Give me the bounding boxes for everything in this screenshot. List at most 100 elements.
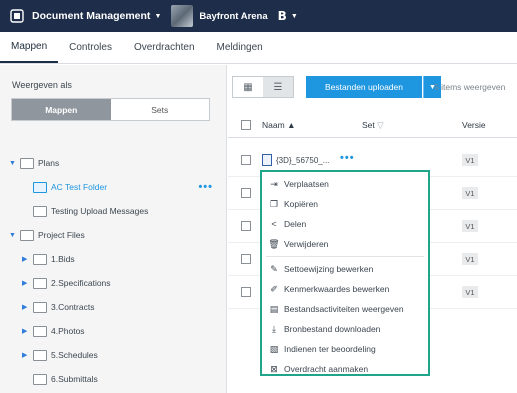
app-title[interactable]: Document Management [32, 10, 150, 22]
column-set[interactable]: Set ▽ [362, 120, 384, 131]
caret-down-icon[interactable]: ▼ [9, 160, 16, 167]
caret-right-icon[interactable]: ▶ [22, 351, 27, 359]
table-header: Naam ▲ Set ▽ Versie [228, 112, 517, 138]
transmittal-icon: ⊠ [270, 363, 278, 374]
document-management-icon [10, 9, 24, 23]
top-header: Document Management ▼ Bayfront Arena B ▼ [0, 0, 517, 32]
menu-item-move[interactable]: ⇥ Verplaatsen [262, 174, 428, 194]
menu-item-label: Delen [284, 219, 307, 229]
menu-item-label: Kenmerkwaardes bewerken [284, 284, 390, 294]
menu-item-copy[interactable]: ❐ Kopiëren [262, 194, 428, 214]
tree-item-ac-test-folder[interactable]: AC Test Folder ••• [0, 175, 227, 199]
copy-icon: ❐ [269, 198, 279, 209]
menu-item-download-source[interactable]: ⤓ Bronbestand downloaden [262, 319, 428, 339]
column-set-label: Set [362, 120, 375, 130]
upload-files-button[interactable]: Bestanden uploaden [306, 76, 422, 98]
select-all-checkbox[interactable] [241, 120, 251, 130]
tree-item-label: 3.Contracts [51, 302, 95, 312]
row-checkbox[interactable] [241, 254, 251, 264]
tab-controles[interactable]: Controles [58, 32, 123, 63]
tab-meldingen[interactable]: Meldingen [206, 32, 274, 63]
caret-right-icon[interactable]: ▶ [22, 303, 27, 311]
edit-set-icon: ✎ [270, 263, 278, 274]
file-context-menu: ⇥ Verplaatsen ❐ Kopiëren < Delen 🗑 Verwijder… [260, 170, 430, 376]
menu-item-label: Settoewijzing bewerken [284, 264, 374, 274]
submit-review-icon: ▧ [269, 343, 279, 354]
brand-logo: B [277, 9, 287, 23]
sort-asc-icon[interactable]: ▲ [287, 120, 295, 130]
row-checkbox[interactable] [241, 221, 251, 231]
view-folders-button[interactable]: Mappen [12, 99, 111, 120]
version-badge[interactable]: V1 [462, 154, 478, 166]
tree-item-label: 2.Specifications [51, 278, 111, 288]
edit-attributes-icon: ✐ [270, 283, 278, 294]
caret-right-icon[interactable]: ▶ [22, 327, 27, 335]
view-sets-button[interactable]: Sets [110, 99, 209, 120]
menu-item-label: Indienen ter beoordeling [284, 344, 376, 354]
file-name[interactable]: {3D}_56750_... [276, 156, 329, 165]
caret-right-icon[interactable]: ▶ [22, 279, 27, 287]
tree-item-label: Testing Upload Messages [51, 206, 149, 216]
plans-folder-icon [20, 157, 34, 169]
chevron-down-icon[interactable]: ▼ [154, 13, 161, 20]
menu-item-delete[interactable]: 🗑 Verwijderen [262, 234, 428, 254]
tree-item-label: 1.Bids [51, 254, 75, 264]
folder-icon [33, 301, 47, 313]
tree-item-schedules[interactable]: ▶ 5.Schedules [0, 343, 227, 367]
folder-tree: ▼ Plans AC Test Folder ••• Testing Uploa… [0, 151, 227, 391]
menu-item-view-activity[interactable]: ▤ Bestandsactiviteiten weergeven [262, 299, 428, 319]
menu-item-label: Bronbestand downloaden [284, 324, 381, 334]
tree-item-photos[interactable]: ▶ 4.Photos [0, 319, 227, 343]
menu-item-share[interactable]: < Delen [262, 214, 428, 234]
folder-panel: Weergeven als Mappen Sets ▼ Plans AC Tes… [0, 65, 227, 393]
download-icon: ⤓ [272, 323, 276, 334]
project-thumbnail [171, 5, 194, 27]
menu-item-edit-attributes[interactable]: ✐ Kenmerkwaardes bewerken [262, 279, 428, 299]
caret-down-icon[interactable]: ▼ [9, 232, 16, 239]
folder-icon [33, 373, 47, 385]
version-badge[interactable]: V1 [462, 187, 478, 199]
trash-icon: 🗑 [268, 238, 280, 249]
tree-item-submittals[interactable]: 6.Submittals [0, 367, 227, 391]
move-icon: ⇥ [270, 178, 278, 189]
menu-item-edit-set[interactable]: ✎ Settoewijzing bewerken [262, 259, 428, 279]
tab-mappen[interactable]: Mappen [0, 32, 59, 63]
row-checkbox[interactable] [241, 188, 251, 198]
more-options-icon[interactable]: ••• [198, 181, 213, 193]
version-badge[interactable]: V1 [462, 286, 478, 298]
tree-item-bids[interactable]: ▶ 1.Bids [0, 247, 227, 271]
tree-item-specifications[interactable]: ▶ 2.Specifications [0, 271, 227, 295]
menu-item-label: Verwijderen [284, 239, 329, 249]
module-tabs: Mappen Controles Overdrachten Meldingen [0, 32, 517, 64]
tree-item-testing-upload-messages[interactable]: Testing Upload Messages [0, 199, 227, 223]
tree-item-project-files[interactable]: ▼ Project Files [0, 223, 227, 247]
grid-view-icon[interactable]: ▦ [233, 77, 263, 97]
project-name[interactable]: Bayfront Arena [199, 11, 267, 22]
tree-item-contracts[interactable]: ▶ 3.Contracts [0, 295, 227, 319]
tree-item-plans[interactable]: ▼ Plans [0, 151, 227, 175]
menu-item-create-transmittal[interactable]: ⊠ Overdracht aanmaken [262, 359, 428, 379]
filter-icon[interactable]: ▽ [377, 120, 384, 130]
layout-toggle: ▦ ☰ [232, 76, 294, 98]
tab-overdrachten[interactable]: Overdrachten [123, 32, 206, 63]
version-badge[interactable]: V1 [462, 253, 478, 265]
column-version[interactable]: Versie [462, 120, 486, 130]
row-checkbox[interactable] [241, 155, 251, 165]
menu-item-submit-review[interactable]: ▧ Indienen ter beoordeling [262, 339, 428, 359]
column-name[interactable]: Naam ▲ [262, 120, 295, 130]
menu-item-label: Kopiëren [284, 199, 319, 209]
version-badge[interactable]: V1 [462, 220, 478, 232]
more-options-icon[interactable]: ••• [340, 152, 355, 164]
column-name-label: Naam [262, 120, 285, 130]
caret-right-icon[interactable]: ▶ [22, 255, 27, 263]
tree-item-label: Plans [38, 158, 60, 168]
share-icon: < [271, 219, 277, 229]
tree-item-label: 6.Submittals [51, 374, 98, 384]
folder-icon [33, 277, 47, 289]
view-toggle: Mappen Sets [11, 98, 210, 121]
folder-icon [33, 253, 47, 265]
list-view-icon[interactable]: ☰ [263, 77, 293, 97]
chevron-down-icon[interactable]: ▼ [291, 13, 298, 20]
row-checkbox[interactable] [241, 287, 251, 297]
view-as-label: Weergeven als [12, 80, 72, 90]
